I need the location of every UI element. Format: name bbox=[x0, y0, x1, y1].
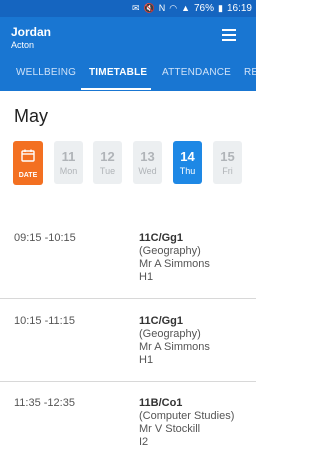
tab-bar: WELLBEING TIMETABLE ATTENDANCE RE bbox=[0, 53, 256, 91]
day-number: 15 bbox=[220, 149, 235, 164]
lesson-code: 11B/Co1 bbox=[139, 397, 183, 409]
lesson-teacher: Mr V Stockill bbox=[139, 423, 201, 435]
battery-icon: ▮ bbox=[218, 3, 223, 13]
day-mon[interactable]: 11 Mon bbox=[54, 141, 83, 184]
day-wed[interactable]: 13 Wed bbox=[133, 141, 162, 184]
day-name: Wed bbox=[138, 166, 157, 176]
day-name: Thu bbox=[179, 166, 196, 176]
tab-timetable[interactable]: TIMETABLE bbox=[89, 53, 147, 91]
lesson-time: 10:15 -11:15 bbox=[14, 315, 75, 327]
day-thu[interactable]: 14 Thu bbox=[173, 141, 202, 184]
lesson-time: 09:15 -10:15 bbox=[14, 232, 76, 244]
day-number: 14 bbox=[180, 149, 195, 164]
clock: 16:19 bbox=[226, 2, 252, 14]
lesson-item[interactable]: 11:35 -12:35 11B/Co1 (Computer Studies) … bbox=[0, 397, 256, 455]
lesson-room: I2 bbox=[139, 436, 149, 448]
tab-wellbeing[interactable]: WELLBEING bbox=[16, 53, 76, 91]
day-number: 12 bbox=[100, 149, 115, 164]
app-bar: Jordan Acton bbox=[0, 17, 256, 53]
day-number: 11 bbox=[61, 149, 76, 164]
active-tab-indicator bbox=[81, 88, 151, 90]
lesson-subject: (Computer Studies) bbox=[139, 410, 235, 422]
menu-icon[interactable] bbox=[222, 29, 236, 41]
signal-icon: ▲ bbox=[181, 3, 190, 13]
lesson-time: 11:35 -12:35 bbox=[14, 397, 75, 409]
day-number: 13 bbox=[140, 149, 155, 164]
lesson-item[interactable]: 09:15 -10:15 11C/Gg1 (Geography) Mr A Si… bbox=[0, 232, 256, 298]
wifi-icon: ◠ bbox=[169, 3, 178, 13]
divider bbox=[0, 381, 256, 382]
notification-icon: ✉ bbox=[131, 3, 140, 13]
month-title: May bbox=[14, 106, 49, 126]
battery-percent: 76% bbox=[194, 2, 215, 14]
lesson-teacher: Mr A Simmons bbox=[139, 258, 210, 270]
lesson-subject: (Geography) bbox=[139, 245, 201, 257]
tab-re[interactable]: RE bbox=[244, 53, 256, 91]
lesson-code: 11C/Gg1 bbox=[139, 232, 184, 244]
student-name: Jordan bbox=[11, 25, 52, 39]
day-tue[interactable]: 12 Tue bbox=[93, 141, 122, 184]
lesson-item[interactable]: 10:15 -11:15 11C/Gg1 (Geography) Mr A Si… bbox=[0, 315, 256, 381]
lesson-subject: (Geography) bbox=[139, 328, 201, 340]
status-bar: ✉ 🔇 N ◠ ▲ 76% ▮ 16:19 bbox=[0, 0, 256, 17]
day-name: Tue bbox=[99, 166, 116, 176]
calendar-icon bbox=[21, 149, 35, 162]
student-school: Acton bbox=[11, 40, 35, 50]
lesson-room: H1 bbox=[139, 354, 154, 366]
nfc-icon: N bbox=[158, 3, 166, 13]
tab-attendance[interactable]: ATTENDANCE bbox=[162, 53, 231, 91]
date-picker-button[interactable]: DATE bbox=[13, 141, 43, 185]
lesson-code: 11C/Gg1 bbox=[139, 315, 184, 327]
day-name: Mon bbox=[59, 166, 78, 176]
day-fri[interactable]: 15 Fri bbox=[213, 141, 242, 184]
divider bbox=[0, 298, 256, 299]
day-name: Fri bbox=[222, 166, 233, 176]
date-button-label: DATE bbox=[18, 172, 38, 179]
mute-icon: 🔇 bbox=[143, 3, 155, 13]
lesson-teacher: Mr A Simmons bbox=[139, 341, 210, 353]
lesson-room: H1 bbox=[139, 271, 154, 283]
